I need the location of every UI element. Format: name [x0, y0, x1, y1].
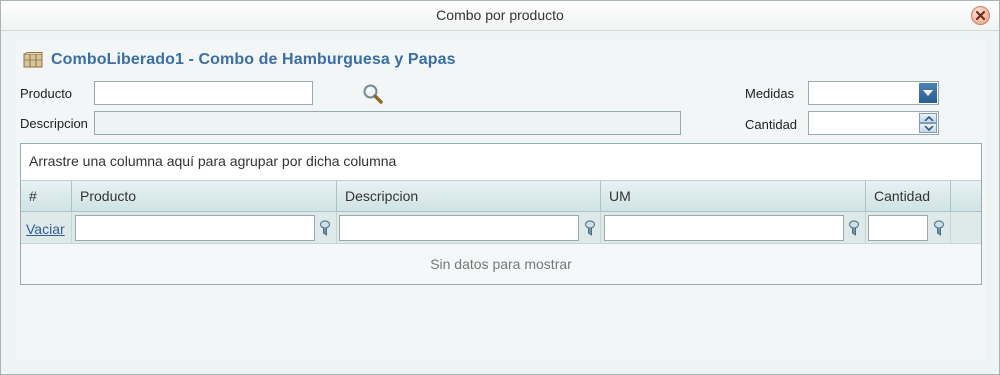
descripcion-field — [94, 111, 681, 135]
filter-input-producto[interactable] — [75, 215, 315, 241]
search-icon[interactable] — [362, 83, 384, 105]
filter-input-um[interactable] — [604, 215, 844, 241]
cantidad-spin-buttons — [919, 113, 937, 133]
close-button[interactable] — [971, 6, 990, 25]
chevron-down-icon — [924, 126, 934, 131]
grid-empty-message: Sin datos para mostrar — [430, 256, 572, 272]
filter-cell-um — [601, 212, 866, 244]
medidas-select[interactable] — [808, 81, 939, 105]
increment-button[interactable] — [919, 113, 937, 123]
combo-dialog: Combo por producto ComboLiberado1 - Comb… — [0, 0, 1000, 375]
product-heading: ComboLiberado1 - Combo de Hamburguesa y … — [23, 50, 456, 70]
group-by-panel[interactable]: Arrastre una columna aquí para agrupar p… — [21, 144, 981, 181]
chevron-down-icon — [923, 90, 933, 96]
page-title: ComboLiberado1 - Combo de Hamburguesa y … — [51, 51, 456, 68]
filter-icon[interactable] — [319, 220, 331, 236]
close-icon — [975, 10, 986, 21]
medidas-label: Medidas — [745, 86, 795, 101]
descripcion-label: Descripcion — [20, 116, 88, 131]
filter-cell-producto — [72, 212, 337, 244]
column-header-um[interactable]: UM — [601, 181, 866, 211]
cantidad-stepper[interactable] — [808, 111, 939, 135]
chevron-up-icon — [924, 116, 934, 121]
combo-grid: Arrastre una columna aquí para agrupar p… — [20, 143, 982, 285]
producto-input[interactable] — [94, 81, 313, 105]
column-header-cantidad[interactable]: Cantidad — [866, 181, 951, 211]
column-header-number[interactable]: # — [21, 181, 72, 211]
filter-cell-descripcion — [337, 212, 601, 244]
filter-icon[interactable] — [848, 220, 860, 236]
filter-icon[interactable] — [933, 220, 945, 236]
filter-icon[interactable] — [584, 220, 596, 236]
cantidad-label: Cantidad — [745, 117, 798, 132]
box-icon — [23, 52, 43, 68]
dialog-title: Combo por producto — [436, 7, 564, 23]
grid-filter-row: Vaciar — [21, 212, 981, 244]
decrement-button[interactable] — [919, 123, 937, 133]
dialog-titlebar[interactable]: Combo por producto — [1, 1, 999, 31]
filter-cell-cantidad — [866, 212, 951, 244]
medidas-dropdown-button[interactable] — [919, 83, 937, 103]
column-header-descripcion[interactable]: Descripcion — [337, 181, 601, 211]
vaciar-link[interactable]: Vaciar — [26, 221, 65, 237]
filter-cell-number: Vaciar — [21, 212, 72, 244]
producto-label: Producto — [20, 86, 73, 101]
column-header-producto[interactable]: Producto — [72, 181, 337, 211]
filter-input-cantidad[interactable] — [868, 215, 928, 241]
filter-input-descripcion[interactable] — [339, 215, 579, 241]
grid-header-row: # Producto Descripcion UM Cantidad — [21, 181, 981, 212]
